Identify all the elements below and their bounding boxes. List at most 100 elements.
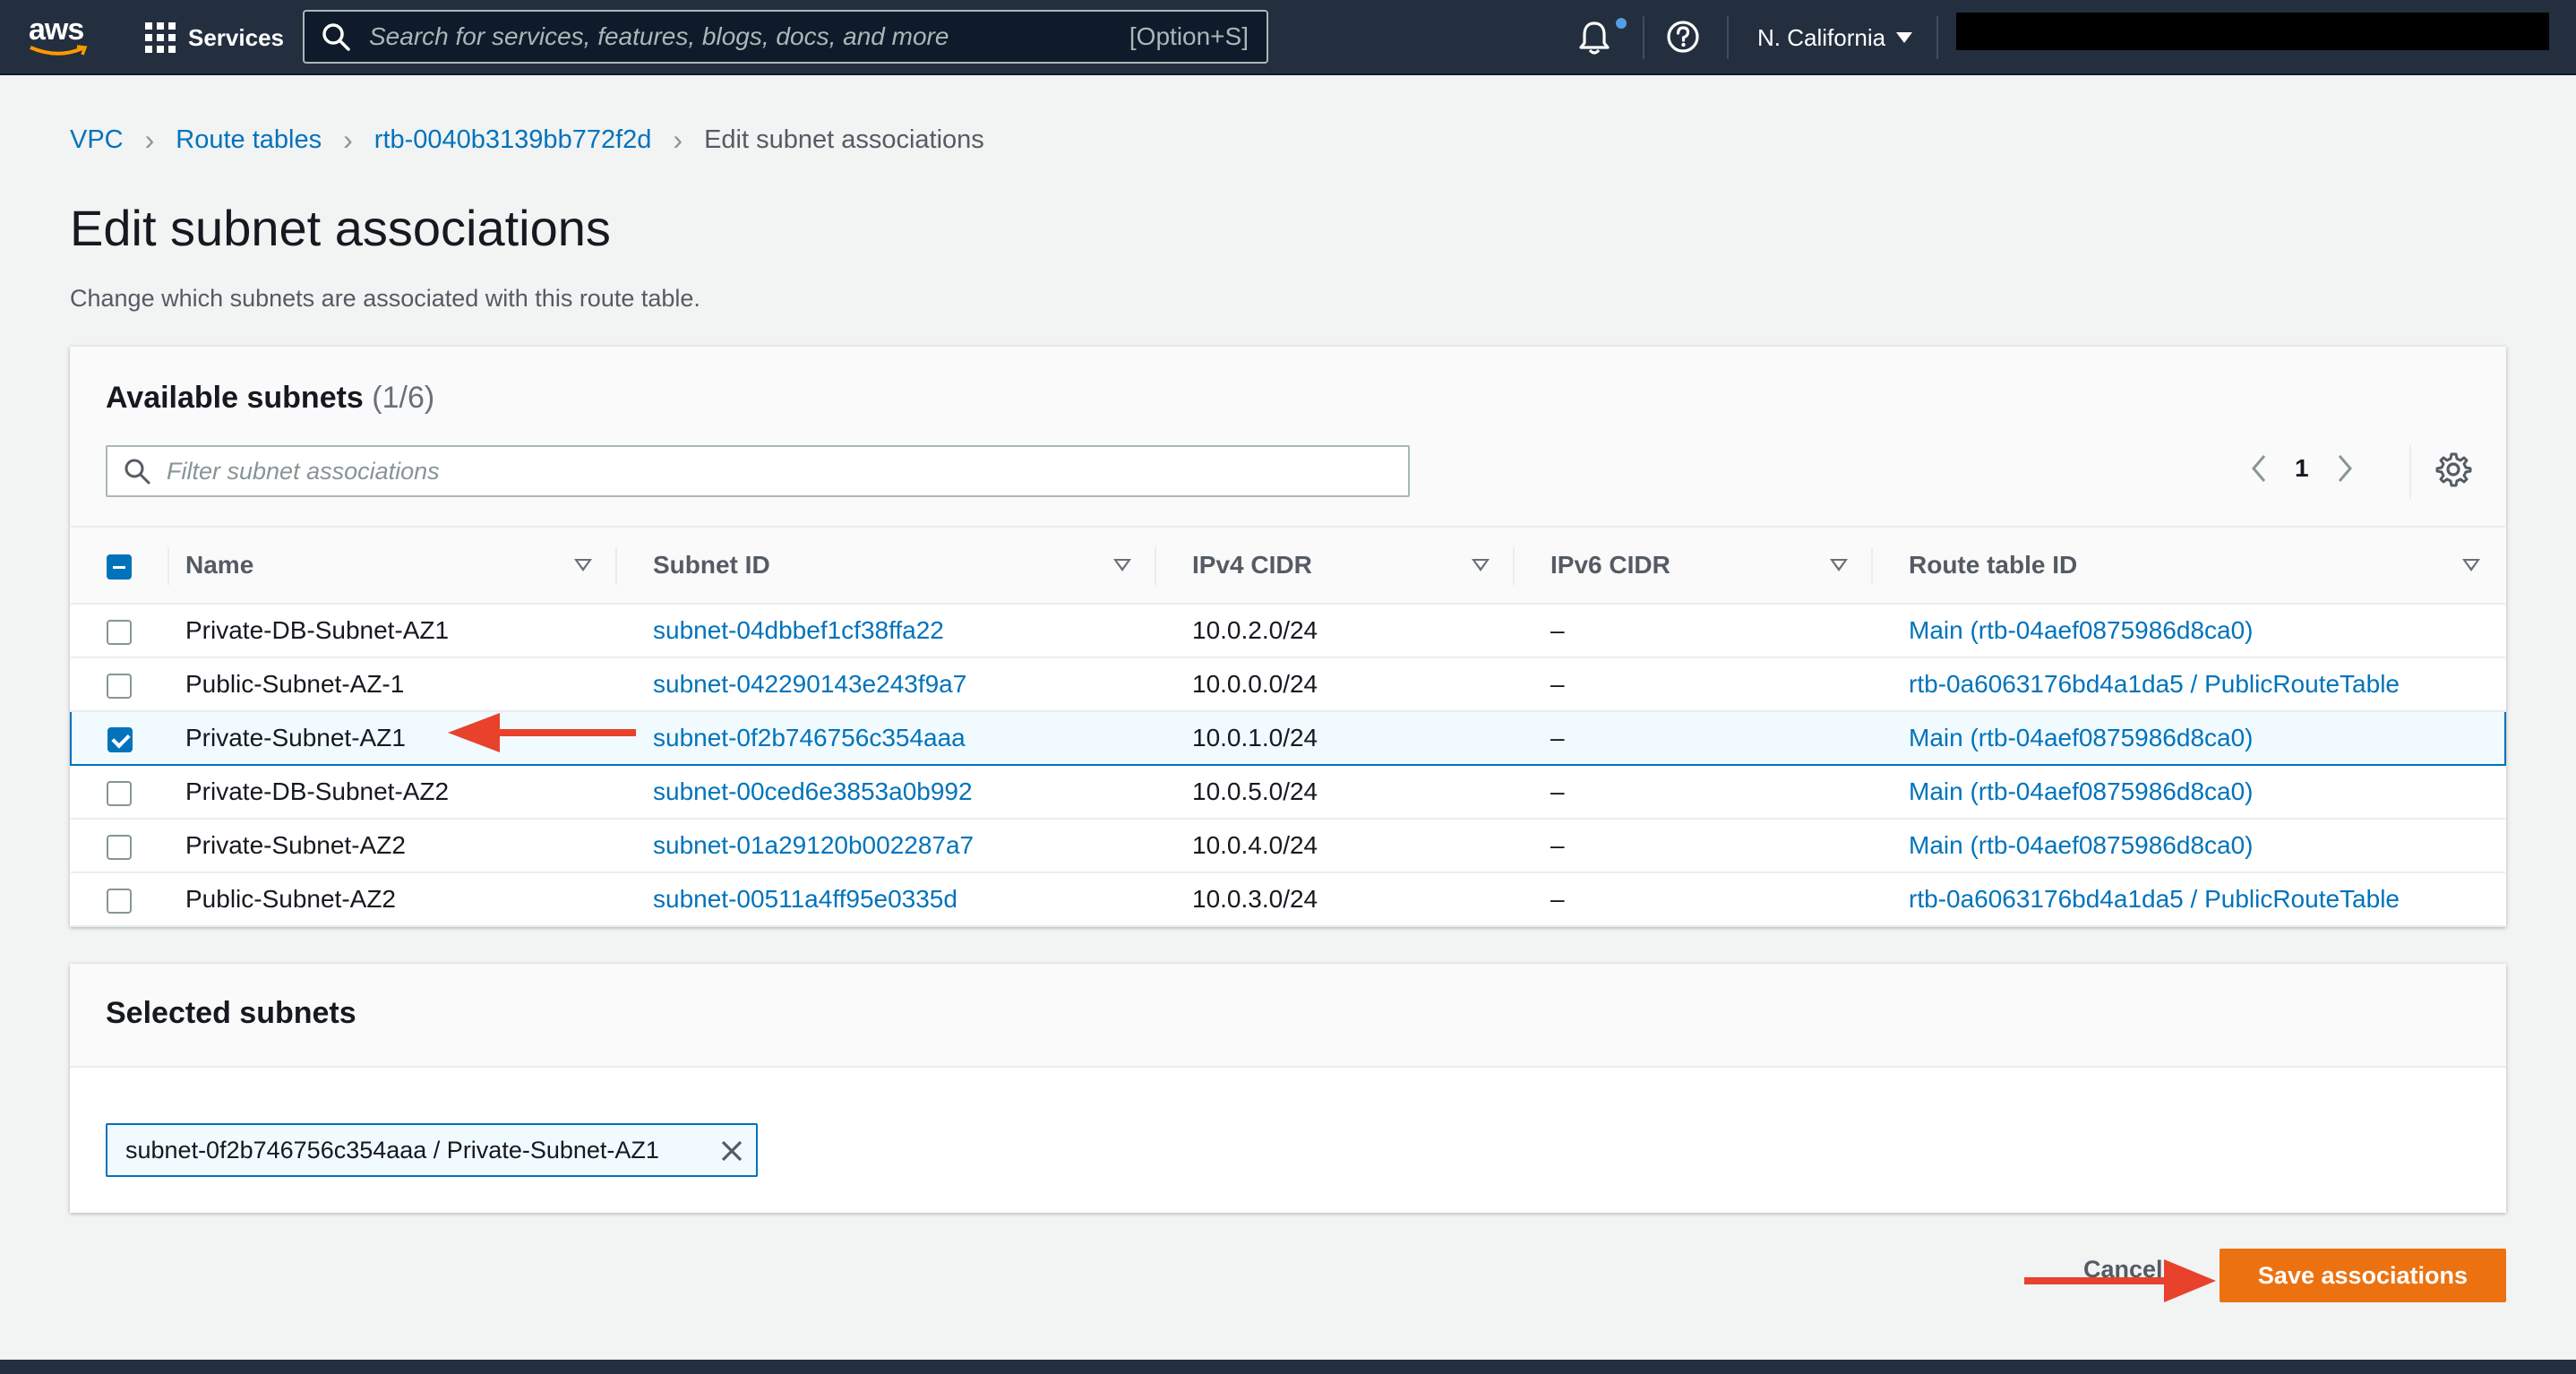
gear-icon[interactable] (2434, 451, 2472, 488)
column-header-route-table-id[interactable]: Route table ID (1873, 526, 2505, 605)
route-table-link[interactable]: Main (rtb-04aef0875986d8ca0) (1909, 777, 2253, 805)
column-header-ipv4-cidr[interactable]: IPv4 CIDR (1156, 526, 1515, 605)
pager-divider (2409, 445, 2411, 499)
ipv4-cidr: 10.0.0.0/24 (1156, 657, 1515, 712)
route-table-link[interactable]: Main (rtb-04aef0875986d8ca0) (1909, 831, 2253, 859)
ipv4-cidr: 10.0.1.0/24 (1156, 710, 1515, 766)
ipv6-cidr: – (1515, 604, 1873, 658)
table-row[interactable]: Public-Subnet-AZ2 subnet-00511a4ff95e033… (71, 872, 2505, 927)
table-row[interactable]: Private-Subnet-AZ2 subnet-01a29120b00228… (71, 819, 2505, 873)
save-associations-button[interactable]: Save associations (2220, 1249, 2506, 1302)
available-subnets-count: (1/6) (372, 381, 435, 415)
row-checkbox[interactable] (107, 619, 132, 645)
subnet-name: Private-Subnet-AZ2 (169, 819, 617, 873)
sort-caret-icon (574, 559, 592, 571)
ipv4-cidr: 10.0.2.0/24 (1156, 604, 1515, 658)
selected-subnets-title: Selected subnets (106, 996, 356, 1030)
aws-logo[interactable]: aws (29, 14, 93, 57)
row-checkbox[interactable] (107, 726, 133, 752)
subnet-id-link[interactable]: subnet-04dbbef1cf38ffa22 (653, 616, 944, 644)
annotation-arrow-right-icon (2024, 1259, 2216, 1302)
column-header-subnet-id[interactable]: Subnet ID (617, 526, 1156, 605)
region-selector[interactable]: N. California (1757, 20, 1913, 56)
chevron-right-icon: › (673, 123, 683, 156)
row-checkbox[interactable] (107, 888, 132, 914)
sort-caret-icon (1472, 559, 1490, 571)
row-checkbox-cell (71, 765, 169, 820)
account-menu-redacted[interactable] (1956, 13, 2549, 50)
page-number[interactable]: 1 (2295, 454, 2309, 483)
subnets-table: Name Subnet ID IPv4 CIDR IPv6 CIDR Route… (70, 526, 2506, 927)
subnet-id-link[interactable]: subnet-01a29120b002287a7 (653, 831, 974, 859)
ipv4-cidr: 10.0.4.0/24 (1156, 819, 1515, 873)
route-table-link[interactable]: rtb-0a6063176bd4a1da5 / PublicRouteTable (1909, 885, 2400, 913)
table-row-selected[interactable]: Private-Subnet-AZ1 subnet-0f2b746756c354… (70, 710, 2506, 766)
aws-logo-text: aws (29, 13, 84, 47)
global-search-placeholder: Search for services, features, blogs, do… (369, 22, 949, 50)
caret-down-icon (1896, 32, 1913, 43)
row-checkbox[interactable] (107, 780, 132, 806)
breadcrumb: VPC › Route tables › rtb-0040b3139bb772f… (70, 122, 984, 158)
chevron-right-icon: › (144, 123, 155, 156)
help-icon[interactable] (1666, 20, 1700, 54)
aws-smile-icon (30, 45, 88, 56)
column-label: IPv6 CIDR (1550, 551, 1670, 579)
select-all-checkbox[interactable] (107, 554, 132, 580)
column-label: Subnet ID (653, 551, 770, 579)
row-checkbox[interactable] (107, 673, 132, 699)
column-header-name[interactable]: Name (169, 526, 617, 605)
services-menu[interactable]: Services (145, 18, 284, 57)
subnet-id-link[interactable]: subnet-00511a4ff95e0335d (653, 885, 957, 913)
row-checkbox-cell (71, 819, 169, 873)
breadcrumb-vpc-link[interactable]: VPC (70, 125, 124, 155)
route-table-link[interactable]: rtb-0a6063176bd4a1da5 / PublicRouteTable (1909, 670, 2400, 698)
pagination: 1 (2246, 451, 2357, 486)
search-icon (125, 459, 150, 485)
bottom-bar (0, 1360, 2576, 1374)
route-table-link[interactable]: Main (rtb-04aef0875986d8ca0) (1909, 616, 2253, 644)
page-root: aws Services Search for services, featur… (0, 0, 2576, 1374)
filter-placeholder: Filter subnet associations (167, 457, 440, 485)
page-description: Change which subnets are associated with… (70, 285, 700, 312)
top-nav: aws Services Search for services, featur… (0, 0, 2576, 75)
select-all-cell (71, 526, 169, 605)
column-label: IPv4 CIDR (1192, 551, 1312, 579)
notifications-bell-icon[interactable] (1576, 18, 1612, 57)
search-icon (322, 23, 350, 51)
filter-subnet-input[interactable]: Filter subnet associations (106, 445, 1410, 497)
column-header-ipv6-cidr[interactable]: IPv6 CIDR (1515, 526, 1873, 605)
subnet-id-link[interactable]: subnet-042290143e243f9a7 (653, 670, 966, 698)
subnet-name: Private-DB-Subnet-AZ2 (169, 765, 617, 820)
ipv6-cidr: – (1515, 657, 1873, 712)
selected-subnet-token-label: subnet-0f2b746756c354aaa / Private-Subne… (125, 1136, 659, 1164)
table-row[interactable]: Private-DB-Subnet-AZ2 subnet-00ced6e3853… (71, 765, 2505, 820)
sort-caret-icon (1830, 559, 1848, 571)
sort-caret-icon (1113, 559, 1131, 571)
table-row[interactable]: Public-Subnet-AZ-1 subnet-042290143e243f… (71, 657, 2505, 712)
services-label: Services (188, 23, 284, 51)
page-title: Edit subnet associations (70, 200, 611, 256)
subnet-name: Private-DB-Subnet-AZ1 (169, 604, 617, 658)
subnet-id-link[interactable]: subnet-0f2b746756c354aaa (653, 724, 966, 751)
nav-divider (1936, 16, 1938, 59)
chevron-right-icon[interactable] (2332, 451, 2357, 486)
subnet-name: Public-Subnet-AZ2 (169, 872, 617, 927)
column-label: Route table ID (1909, 551, 2078, 579)
chevron-right-icon: › (343, 123, 353, 156)
ipv6-cidr: – (1515, 710, 1873, 766)
close-icon[interactable] (718, 1138, 745, 1164)
subnet-name: Public-Subnet-AZ-1 (169, 657, 617, 712)
table-row[interactable]: Private-DB-Subnet-AZ1 subnet-04dbbef1cf3… (71, 604, 2505, 658)
global-search-input[interactable]: Search for services, features, blogs, do… (303, 10, 1268, 64)
route-table-link[interactable]: Main (rtb-04aef0875986d8ca0) (1909, 724, 2253, 751)
sort-caret-icon (2462, 559, 2480, 571)
subnet-id-link[interactable]: subnet-00ced6e3853a0b992 (653, 777, 973, 805)
row-checkbox[interactable] (107, 834, 132, 860)
available-subnets-title: Available subnets (1/6) (106, 381, 434, 416)
breadcrumb-route-table-link[interactable]: rtb-0040b3139bb772f2d (374, 125, 652, 155)
chevron-left-icon[interactable] (2246, 451, 2271, 486)
row-checkbox-cell (71, 657, 169, 712)
breadcrumb-route-tables-link[interactable]: Route tables (176, 125, 322, 155)
search-shortcut-hint: [Option+S] (1129, 22, 1249, 50)
ipv6-cidr: – (1515, 872, 1873, 927)
